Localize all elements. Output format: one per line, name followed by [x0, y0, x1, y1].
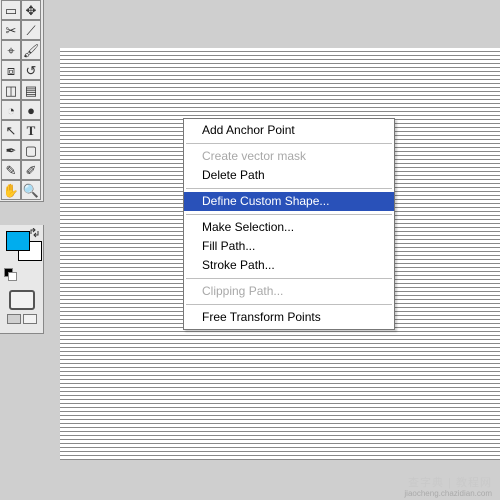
type-icon: T	[27, 124, 36, 137]
foreground-color-swatch[interactable]	[6, 231, 30, 251]
gradient-tool[interactable]: ▤	[21, 80, 41, 100]
eyedrop-icon: ✐	[26, 164, 37, 177]
crop-tool[interactable]: ✂	[1, 20, 21, 40]
notes-tool[interactable]: ✎	[1, 160, 21, 180]
menu-separator	[186, 214, 392, 215]
marquee-icon: ▭	[5, 4, 17, 17]
rect-marquee-tool[interactable]: ▭	[1, 0, 21, 20]
watermark-url: jiaocheng.chazidian.com	[404, 489, 492, 498]
type-tool[interactable]: T	[21, 120, 41, 140]
clone-tool[interactable]: ⧈	[1, 60, 21, 80]
standard-mode-button[interactable]	[7, 314, 21, 324]
menu-add-anchor-point[interactable]: Add Anchor Point	[184, 121, 394, 140]
path-select-tool[interactable]: ↖	[1, 120, 21, 140]
paths-context-menu: Add Anchor Point Create vector mask Dele…	[183, 118, 395, 330]
pen-tool[interactable]: ✒	[1, 140, 21, 160]
history-icon: ↺	[26, 64, 37, 77]
move-tool[interactable]: ✥	[21, 0, 41, 20]
eraser-tool[interactable]: ◫	[1, 80, 21, 100]
path-icon: ↖	[6, 124, 17, 137]
menu-separator	[186, 143, 392, 144]
crop-icon: ✂	[6, 24, 17, 37]
quickmask-mode-button[interactable]	[23, 314, 37, 324]
watermark-text: 查字典 | 教程网	[408, 474, 492, 490]
menu-free-transform-points[interactable]: Free Transform Points	[184, 308, 394, 327]
hand-tool[interactable]: ✋	[1, 180, 21, 200]
slice-icon: ⟋	[26, 24, 35, 37]
menu-make-selection[interactable]: Make Selection...	[184, 218, 394, 237]
healing-tool[interactable]: ⌖	[1, 40, 21, 60]
menu-fill-path[interactable]: Fill Path...	[184, 237, 394, 256]
slice-tool[interactable]: ⟋	[21, 20, 41, 40]
brush-tool[interactable]: 🖌	[21, 40, 41, 60]
brush-icon: 🖌	[23, 44, 40, 57]
gradient-icon: ▤	[25, 84, 37, 97]
history-brush-tool[interactable]: ↺	[21, 60, 41, 80]
swap-colors-icon[interactable]	[30, 228, 40, 238]
pen-icon: ✒	[6, 144, 17, 157]
menu-separator	[186, 278, 392, 279]
eyedropper-tool[interactable]: ✐	[21, 160, 41, 180]
dodge-tool[interactable]: ●	[21, 100, 41, 120]
move-icon: ✥	[26, 4, 37, 17]
mask-preview	[9, 290, 35, 310]
menu-stroke-path[interactable]: Stroke Path...	[184, 256, 394, 275]
blur-icon: ◔	[7, 104, 15, 117]
eraser-icon: ◫	[5, 84, 17, 97]
menu-define-custom-shape[interactable]: Define Custom Shape...	[184, 192, 394, 211]
quickmask-area	[0, 284, 44, 334]
hand-icon: ✋	[3, 184, 19, 197]
healing-icon: ⌖	[7, 44, 14, 57]
notes-icon: ✎	[6, 164, 17, 177]
blur-tool[interactable]: ◔	[1, 100, 21, 120]
menu-separator	[186, 304, 392, 305]
tool-palette: ▭ ✥ ✂ ⟋ ⌖ 🖌 ⧈ ↺ ◫ ▤ ◔ ● ↖ T ✒ ▢ ✎ ✐ ✋ 🔍	[0, 0, 44, 202]
color-swatch-area	[0, 225, 44, 285]
menu-delete-path[interactable]: Delete Path	[184, 166, 394, 185]
clone-icon: ⧈	[7, 64, 15, 77]
menu-separator	[186, 188, 392, 189]
shape-tool[interactable]: ▢	[21, 140, 41, 160]
menu-create-vector-mask: Create vector mask	[184, 147, 394, 166]
zoom-tool[interactable]: 🔍	[21, 180, 41, 200]
rect-icon: ▢	[25, 144, 37, 157]
dodge-icon: ●	[27, 104, 35, 117]
menu-clipping-path: Clipping Path...	[184, 282, 394, 301]
zoom-icon: 🔍	[23, 184, 39, 197]
default-colors-icon[interactable]	[4, 268, 16, 280]
